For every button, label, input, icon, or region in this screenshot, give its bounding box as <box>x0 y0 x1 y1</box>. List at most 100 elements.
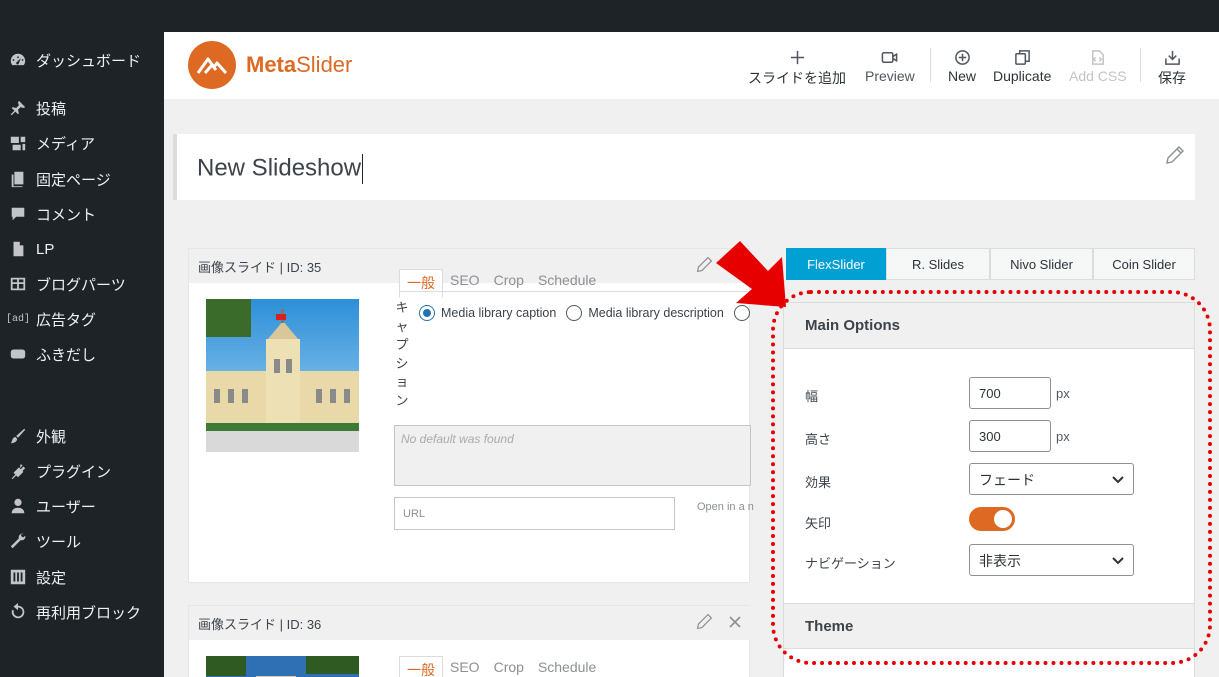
tab-seo[interactable]: SEO <box>443 269 487 298</box>
tab-r-slides[interactable]: R. Slides <box>886 248 990 280</box>
sidebar-item-label: コメント <box>36 206 97 224</box>
logo-text-bold: Meta <box>246 52 297 77</box>
add-slide-label: スライドを追加 <box>748 70 846 86</box>
caption-char: シ <box>395 355 409 371</box>
add-css-button[interactable]: Add CSS <box>1069 46 1127 84</box>
sidebar-item-posts[interactable]: 投稿 <box>0 92 164 124</box>
caption-placeholder: No default was found <box>401 432 514 446</box>
slide-header: 画像スライド | ID: 36 <box>189 606 751 640</box>
slide-header-label: 画像スライド | ID: 36 <box>198 617 322 632</box>
caption-char: ョ <box>395 374 409 389</box>
sidebar-item-label: メディア <box>36 135 95 153</box>
sidebar-item-label: 再利用ブロック <box>36 604 142 622</box>
sidebar-item-blog-parts[interactable]: ブログパーツ <box>0 268 164 300</box>
url-input[interactable]: URL <box>394 497 675 530</box>
delete-slide-close-icon[interactable] <box>728 615 742 634</box>
sidebar-item-label: 投稿 <box>36 100 67 118</box>
new-label: New <box>948 68 977 84</box>
edit-slide-pencil-icon[interactable] <box>695 612 714 636</box>
save-button[interactable]: 保存 <box>1158 46 1186 88</box>
sidebar-item-label: 固定ページ <box>36 171 111 189</box>
plugin-icon <box>0 462 36 480</box>
radio-media-description-label: Media library description <box>588 306 724 320</box>
slide-header-label: 画像スライド | ID: 35 <box>198 260 322 275</box>
sidebar-item-label: 外観 <box>36 428 67 446</box>
logo-mountain-icon <box>188 41 236 89</box>
tabs-underline <box>399 291 751 292</box>
document-icon <box>0 240 36 258</box>
edit-slide-pencil-icon[interactable] <box>695 255 714 279</box>
settings-icon <box>0 568 36 586</box>
radio-media-caption[interactable] <box>419 305 435 321</box>
sidebar-item-appearance[interactable]: 外観 <box>0 420 164 452</box>
sidebar-item-label: プラグイン <box>36 463 112 481</box>
slide-thumbnail-image[interactable] <box>206 299 359 452</box>
preview-button[interactable]: Preview <box>865 46 915 84</box>
toolbar-separator <box>930 48 931 82</box>
grid-icon <box>0 275 36 293</box>
slide-thumbnail-image[interactable] <box>206 656 359 677</box>
sidebar-item-speech-bubbles[interactable]: ふきだし <box>0 338 164 370</box>
url-placeholder: URL <box>403 508 426 520</box>
slide-tabs: 一般 SEO Crop Schedule <box>399 656 603 677</box>
tab-nivo-slider[interactable]: Nivo Slider <box>990 248 1093 280</box>
sidebar-item-ad-tags[interactable]: [ad] 広告タグ <box>0 303 164 335</box>
admin-top-bar <box>0 0 1219 32</box>
user-icon <box>0 497 36 515</box>
slideshow-title-field[interactable]: New Slideshow <box>173 134 1195 200</box>
save-icon <box>1164 46 1181 68</box>
pin-icon <box>0 99 36 117</box>
tab-general[interactable]: 一般 <box>399 656 443 677</box>
comment-icon <box>0 205 36 223</box>
sidebar-item-dashboard[interactable]: ダッシュボード <box>0 44 164 76</box>
tab-crop[interactable]: Crop <box>487 269 531 298</box>
slideshow-title: New Slideshow <box>197 154 362 182</box>
logo-text-rest: Slider <box>296 52 353 77</box>
edit-title-pencil-icon[interactable] <box>1164 144 1186 171</box>
add-css-label: Add CSS <box>1069 68 1127 84</box>
sidebar-item-users[interactable]: ユーザー <box>0 490 164 522</box>
duplicate-label: Duplicate <box>993 68 1052 84</box>
sidebar-item-tools[interactable]: ツール <box>0 525 164 557</box>
dashboard-icon <box>0 51 36 69</box>
tab-general[interactable]: 一般 <box>399 269 443 298</box>
duplicate-button[interactable]: Duplicate <box>993 46 1051 84</box>
tab-schedule[interactable]: Schedule <box>531 269 603 298</box>
slide-tabs: 一般 SEO Crop Schedule <box>399 269 603 298</box>
slider-type-tabs: FlexSlider R. Slides Nivo Slider Coin Sl… <box>786 248 1195 280</box>
wrench-icon <box>0 532 36 550</box>
sidebar-item-settings[interactable]: 設定 <box>0 561 164 593</box>
tab-seo[interactable]: SEO <box>443 656 487 677</box>
sidebar-item-pages[interactable]: 固定ページ <box>0 163 164 195</box>
sidebar-item-plugins[interactable]: プラグイン <box>0 455 164 487</box>
main-content: MetaSlider スライドを追加 Preview New Duplicate… <box>164 32 1219 677</box>
new-button[interactable]: New <box>948 46 976 84</box>
toolbar-separator <box>1140 48 1141 82</box>
tab-crop[interactable]: Crop <box>487 656 531 677</box>
add-slide-button[interactable]: スライドを追加 <box>748 46 846 88</box>
paintbrush-icon <box>0 427 36 445</box>
page-icon <box>0 170 36 188</box>
sidebar-item-comments[interactable]: コメント <box>0 198 164 230</box>
open-in-new-window-label: Open in a n <box>697 501 754 513</box>
caption-char: ャ <box>395 318 409 334</box>
caption-source-options: Media library caption Media library desc… <box>419 305 756 321</box>
metaslider-logo: MetaSlider <box>188 41 352 89</box>
slide-card: 画像スライド | ID: 36 一般 SEO Crop Schedule <box>188 605 751 677</box>
media-icon <box>0 134 36 152</box>
red-arrow-annotation <box>716 241 786 307</box>
plus-icon <box>789 46 806 68</box>
tab-coin-slider[interactable]: Coin Slider <box>1093 248 1195 280</box>
tab-schedule[interactable]: Schedule <box>531 656 603 677</box>
speech-bubble-icon <box>0 345 36 363</box>
video-camera-icon <box>881 46 898 68</box>
caption-char: プ <box>395 337 409 352</box>
caption-textarea[interactable]: No default was found <box>394 425 751 486</box>
ad-icon: [ad] <box>5 313 30 325</box>
sidebar-item-media[interactable]: メディア <box>0 127 164 159</box>
caption-char: キ <box>395 300 409 315</box>
radio-media-description[interactable] <box>566 305 583 321</box>
duplicate-icon <box>1014 46 1031 68</box>
sidebar-item-reusable-blocks[interactable]: 再利用ブロック <box>0 596 164 628</box>
sidebar-item-lp[interactable]: LP <box>0 233 164 265</box>
